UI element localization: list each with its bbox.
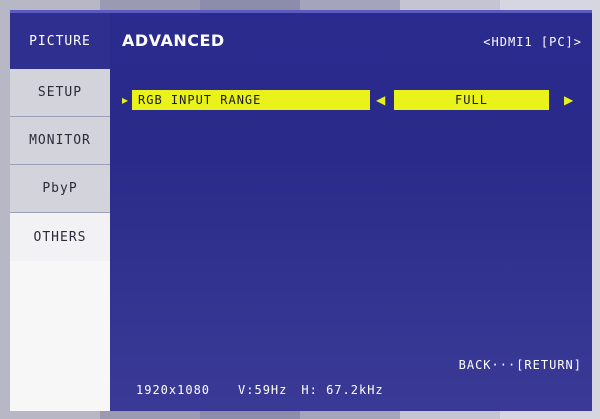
setting-label: RGB INPUT RANGE <box>132 90 370 110</box>
osd-sidebar: PICTURE SETUP MONITOR PbyP OTHERS <box>10 13 110 411</box>
increase-arrow-icon[interactable]: ▶ <box>564 93 573 107</box>
osd-menu: PICTURE SETUP MONITOR PbyP OTHERS ADVANC… <box>10 10 592 411</box>
sidebar-item-label: PICTURE <box>29 33 91 49</box>
frequency-readout: V:59Hz H: 67.2kHz <box>238 383 384 397</box>
vertical-frequency: V:59Hz <box>238 383 288 397</box>
page-title: ADVANCED <box>122 31 225 50</box>
row-selected-arrow-icon: ▸ <box>122 93 129 107</box>
sidebar-item-monitor[interactable]: MONITOR <box>10 117 110 165</box>
sidebar-item-label: MONITOR <box>29 133 91 148</box>
sidebar-item-pbyp[interactable]: PbyP <box>10 165 110 213</box>
horizontal-frequency: H: 67.2kHz <box>301 383 384 397</box>
back-return-hint: BACK···[RETURN] <box>458 358 582 372</box>
sidebar-filler <box>10 261 110 411</box>
resolution-readout: 1920x1080 <box>136 383 211 397</box>
signal-status-bar: 1920x1080 V:59Hz H: 67.2kHz <box>136 383 384 397</box>
sidebar-item-others[interactable]: OTHERS <box>10 213 110 261</box>
setting-value[interactable]: FULL <box>394 90 549 110</box>
decrease-arrow-icon[interactable]: ◀ <box>376 93 385 107</box>
sidebar-item-setup[interactable]: SETUP <box>10 69 110 117</box>
osd-content: ADVANCED <HDMI1 [PC]> ▸ RGB INPUT RANGE … <box>110 13 592 411</box>
sidebar-item-label: PbyP <box>42 181 78 196</box>
setting-row-rgb-input-range[interactable]: ▸ RGB INPUT RANGE ◀ FULL ▶ <box>122 90 587 112</box>
sidebar-item-label: OTHERS <box>33 229 87 245</box>
input-source-label: <HDMI1 [PC]> <box>483 35 582 49</box>
sidebar-item-label: SETUP <box>37 85 83 100</box>
sidebar-item-picture[interactable]: PICTURE <box>10 13 110 69</box>
